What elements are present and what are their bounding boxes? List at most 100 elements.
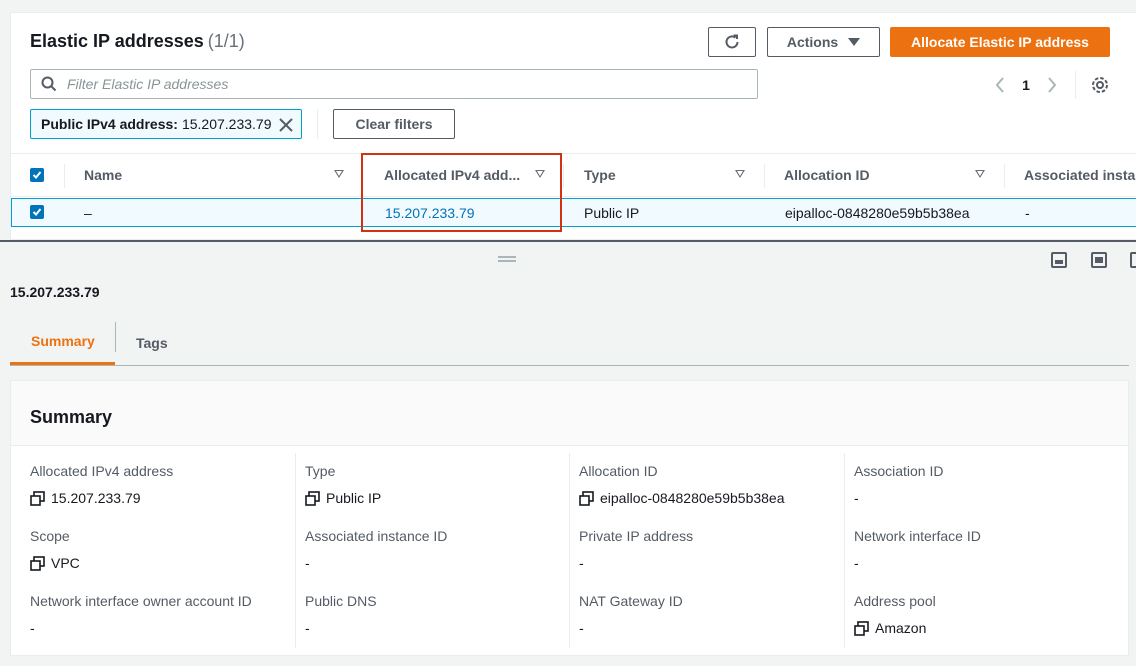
- page-title-count: (1/1): [207, 31, 245, 51]
- filter-token: Public IPv4 address: 15.207.233.79: [30, 109, 302, 139]
- previous-page-button[interactable]: [987, 73, 1013, 97]
- actions-label: Actions: [786, 34, 839, 50]
- annotation-highlight-box: [361, 153, 562, 232]
- field-label: NAT Gateway ID: [579, 593, 683, 609]
- summary-heading: Summary: [30, 407, 113, 427]
- field-association-id: Association ID -: [854, 463, 1104, 508]
- field-label: Scope: [30, 528, 70, 544]
- search-icon: [41, 76, 57, 92]
- filter-token-key: Public IPv4 address:: [41, 116, 178, 132]
- row-checkbox[interactable]: [30, 205, 44, 219]
- field-label: Public DNS: [305, 593, 377, 609]
- current-page-number[interactable]: 1: [1013, 77, 1039, 93]
- close-icon: [279, 118, 293, 132]
- allocate-elastic-ip-button[interactable]: Allocate Elastic IP address: [890, 27, 1110, 57]
- field-value: -: [305, 618, 555, 638]
- sort-icon[interactable]: [334, 170, 344, 178]
- field-public-dns: Public DNS -: [305, 593, 555, 638]
- field-value: -: [854, 488, 1104, 508]
- refresh-icon: [725, 34, 739, 49]
- field-value: eipalloc-0848280e59b5b38ea: [579, 488, 829, 508]
- chevron-left-icon: [995, 77, 1004, 93]
- field-value: -: [30, 618, 280, 638]
- chevron-right-icon: [1048, 77, 1057, 93]
- table-row[interactable]: – 15.207.233.79 Public IP eipalloc-08482…: [11, 198, 1136, 227]
- column-header-name[interactable]: Name: [84, 154, 122, 196]
- selected-resource-title: 15.207.233.79: [10, 284, 100, 300]
- column-divider: [844, 453, 845, 648]
- details-tabs: Summary Tags: [10, 320, 1129, 366]
- cell-associated-instance: -: [1025, 204, 1030, 221]
- field-value-text: -: [30, 620, 35, 636]
- clear-filters-button[interactable]: Clear filters: [333, 109, 455, 139]
- copy-icon[interactable]: [305, 490, 320, 506]
- copy-icon[interactable]: [30, 490, 45, 506]
- actions-dropdown-button[interactable]: Actions: [767, 27, 880, 57]
- field-value-text: -: [305, 620, 310, 636]
- sort-icon[interactable]: [975, 170, 985, 178]
- column-divider: [563, 164, 564, 188]
- field-label: Allocation ID: [579, 463, 658, 479]
- filter-token-value: 15.207.233.79: [181, 116, 272, 132]
- summary-container: Summary Allocated IPv4 address 15.207.23…: [10, 380, 1129, 656]
- cell-name: –: [84, 204, 92, 221]
- field-label: Network interface owner account ID: [30, 593, 252, 609]
- split-panel-divider[interactable]: [0, 240, 1136, 242]
- sort-icon[interactable]: [735, 170, 745, 178]
- tab-summary[interactable]: Summary: [10, 320, 115, 365]
- field-value: VPC: [30, 553, 280, 573]
- next-page-button[interactable]: [1039, 73, 1065, 97]
- field-value-text: -: [854, 555, 859, 571]
- field-value-text: 15.207.233.79: [51, 490, 141, 506]
- search-input[interactable]: [67, 76, 727, 92]
- resize-grip-icon[interactable]: [498, 256, 516, 262]
- remove-filter-button[interactable]: [277, 116, 295, 134]
- gear-icon: [1092, 77, 1108, 93]
- checkmark-icon: [32, 171, 42, 179]
- field-value-text: Public IP: [326, 490, 382, 506]
- field-value: 15.207.233.79: [30, 488, 280, 508]
- select-all-checkbox[interactable]: [30, 168, 44, 182]
- field-associated-instance-id: Associated instance ID -: [305, 528, 555, 573]
- pagination: 1: [987, 73, 1065, 97]
- field-value-text: -: [854, 490, 859, 506]
- column-divider: [64, 164, 65, 188]
- copy-icon[interactable]: [30, 555, 45, 571]
- field-label: Association ID: [854, 463, 944, 479]
- preferences-button[interactable]: [1090, 75, 1110, 95]
- tab-tags[interactable]: Tags: [136, 320, 168, 365]
- caret-down-icon: [848, 38, 861, 46]
- pager-divider: [1075, 71, 1076, 99]
- field-label: Address pool: [854, 593, 936, 609]
- field-nat-gateway-id: NAT Gateway ID -: [579, 593, 829, 638]
- field-value-text: eipalloc-0848280e59b5b38ea: [600, 490, 785, 506]
- page-title-text: Elastic IP addresses: [30, 31, 204, 51]
- summary-header: Summary: [11, 381, 1128, 446]
- field-value: -: [579, 553, 829, 573]
- column-header-associated-instance[interactable]: Associated insta: [1024, 154, 1135, 196]
- filter-search-box[interactable]: [30, 69, 758, 99]
- panel-center-layout-icon[interactable]: [1091, 252, 1107, 268]
- field-value: -: [854, 553, 1104, 573]
- checkmark-icon: [32, 208, 42, 216]
- column-header-type[interactable]: Type: [584, 154, 616, 196]
- column-divider: [764, 164, 765, 188]
- panel-side-layout-icon[interactable]: [1130, 252, 1136, 268]
- field-value: Public IP: [305, 488, 555, 508]
- copy-icon[interactable]: [854, 620, 869, 636]
- field-type: Type Public IP: [305, 463, 555, 508]
- refresh-button[interactable]: [708, 27, 756, 57]
- cell-type: Public IP: [584, 204, 640, 221]
- tab-divider: [115, 322, 116, 352]
- field-value: Amazon: [854, 618, 1104, 638]
- panel-bottom-layout-icon[interactable]: [1051, 252, 1067, 268]
- page-title: Elastic IP addresses (1/1): [30, 31, 245, 52]
- filter-divider: [317, 109, 318, 139]
- table-header: Name Allocated IPv4 add... Type Allocati…: [11, 153, 1136, 197]
- column-header-allocation-id[interactable]: Allocation ID: [784, 154, 870, 196]
- field-value-text: VPC: [51, 555, 80, 571]
- copy-icon[interactable]: [579, 490, 594, 506]
- field-address-pool: Address pool Amazon: [854, 593, 1104, 638]
- column-divider: [295, 453, 296, 648]
- field-value-text: Amazon: [875, 620, 927, 636]
